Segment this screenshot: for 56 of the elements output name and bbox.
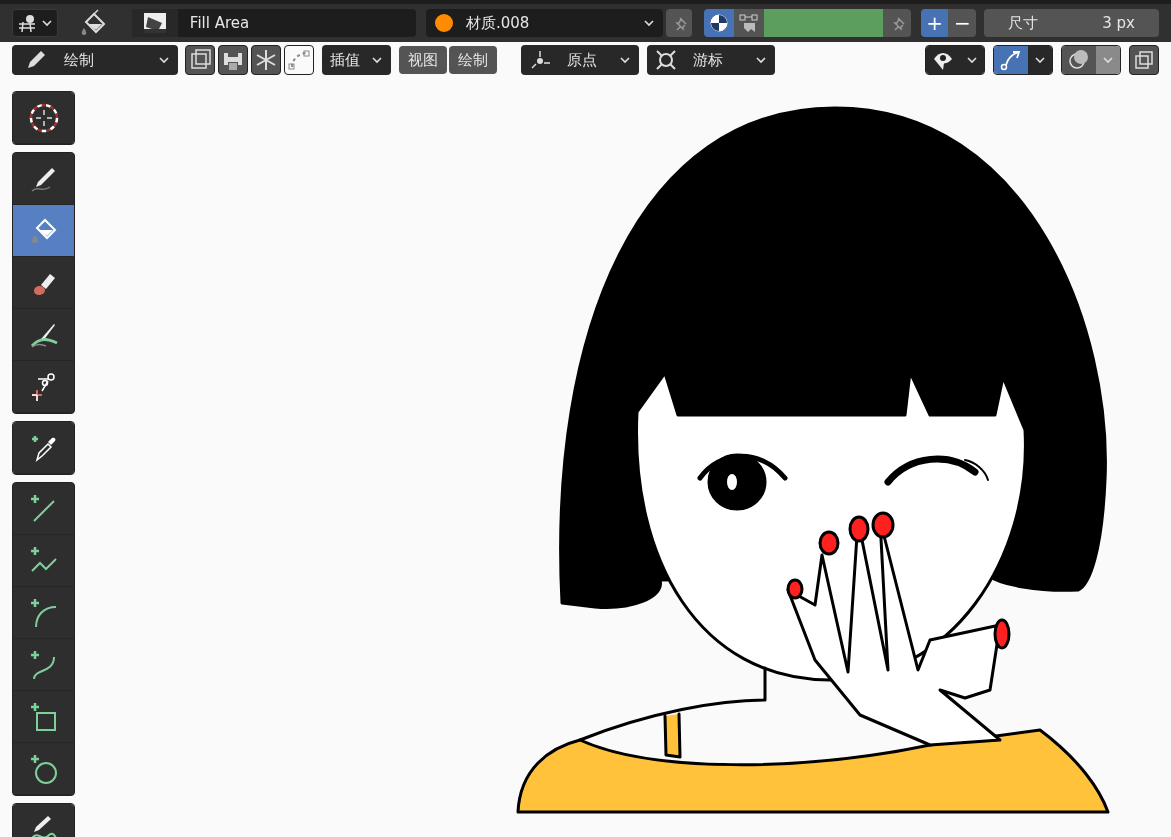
pivot-icon — [529, 49, 551, 71]
pivot-dropdown[interactable]: 原点 — [521, 45, 639, 75]
toggle-button[interactable] — [185, 45, 215, 75]
curve-arrow-icon — [999, 48, 1023, 72]
dropdown-button[interactable] — [960, 46, 984, 74]
cursor-tool[interactable] — [13, 92, 74, 144]
material-dropdown[interactable]: 材质.008 — [425, 9, 664, 37]
toggle-button[interactable] — [251, 45, 281, 75]
half-circle-icon — [709, 13, 730, 33]
caret-icon — [755, 55, 767, 65]
overlay-toggle[interactable] — [1062, 46, 1096, 74]
eyedropper-tool[interactable] — [13, 422, 74, 474]
stroke-mode-button[interactable]: − — [948, 9, 977, 37]
overlay-icon — [1067, 48, 1091, 72]
mode-dropdown[interactable]: 绘制 — [12, 45, 178, 75]
grease-pencil-icon — [16, 14, 37, 32]
interpolate-dropdown[interactable]: 插值 — [322, 45, 391, 75]
stroke-mode-button[interactable]: + — [920, 9, 949, 37]
dropdown-button[interactable] — [1028, 46, 1052, 74]
size-field[interactable]: 尺寸 3 px — [984, 9, 1159, 37]
line-tool[interactable] — [13, 483, 74, 535]
caret-icon — [40, 18, 53, 28]
eye-toggle[interactable] — [926, 46, 960, 74]
copy-icon — [1133, 49, 1155, 71]
vertex-color-button[interactable] — [704, 9, 735, 37]
pin-button[interactable] — [882, 9, 911, 37]
caret-icon — [371, 55, 383, 65]
cursor-target-icon — [655, 49, 677, 71]
stroke-edit-button[interactable] — [734, 9, 764, 37]
multiframe-icon — [188, 48, 212, 72]
caret-icon — [966, 55, 978, 65]
toggle-button[interactable] — [218, 45, 248, 75]
view-toggle[interactable] — [1129, 45, 1159, 75]
cursor-icon — [27, 101, 60, 134]
workspace-dropdown[interactable] — [12, 9, 58, 37]
caret-icon — [643, 18, 656, 28]
pin-button[interactable] — [666, 9, 693, 37]
brush-name: Fill Area — [188, 12, 250, 34]
caret-icon — [1034, 55, 1046, 65]
fill-tool[interactable] — [13, 205, 74, 257]
brush-thumbnail-icon — [143, 13, 166, 33]
menu-button[interactable]: 视图 — [399, 46, 447, 74]
caret-icon — [619, 55, 631, 65]
brush-field[interactable]: Fill Area — [131, 9, 416, 37]
caret-icon — [1102, 55, 1114, 65]
toggle-button[interactable] — [284, 45, 314, 75]
snowflake-icon — [254, 48, 278, 72]
dashed-curve-icon — [287, 48, 311, 72]
material-dot-icon — [433, 13, 454, 33]
color-swatch[interactable] — [764, 9, 883, 37]
cursor-dropdown[interactable]: 游标 — [647, 45, 775, 75]
caret-icon — [158, 55, 170, 65]
menu-button[interactable]: 绘制 — [449, 46, 497, 74]
draw-tool[interactable] — [13, 153, 74, 205]
curve-arrow-toggle[interactable] — [994, 46, 1028, 74]
node-icon — [739, 13, 760, 33]
